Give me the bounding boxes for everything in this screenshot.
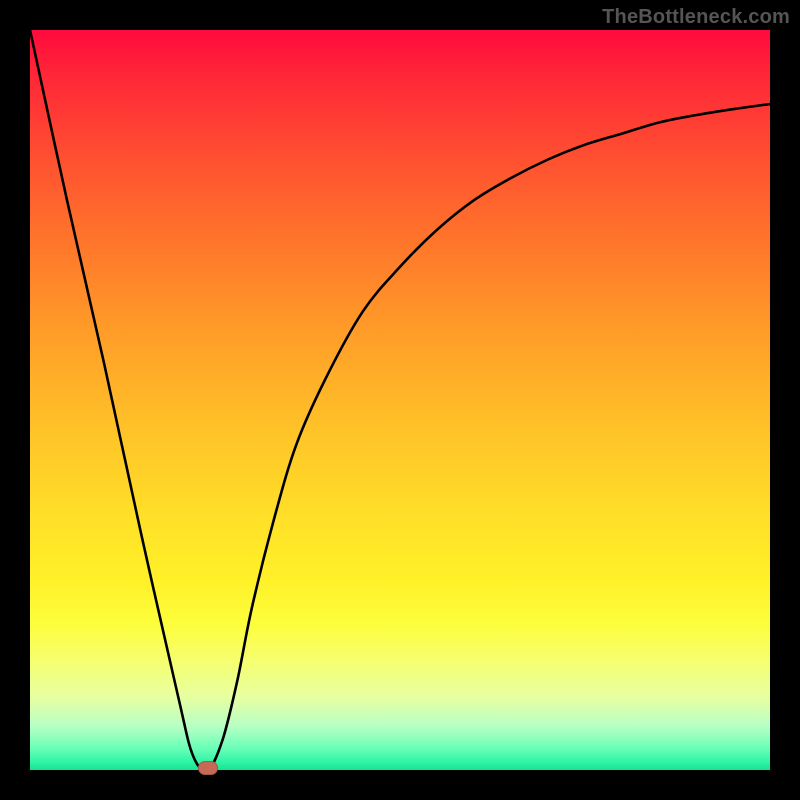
plot-area — [30, 30, 770, 770]
chart-frame: TheBottleneck.com — [0, 0, 800, 800]
watermark-text: TheBottleneck.com — [602, 6, 790, 29]
bottleneck-curve — [30, 30, 770, 770]
curve-layer — [30, 30, 770, 770]
minimum-marker — [198, 761, 218, 775]
